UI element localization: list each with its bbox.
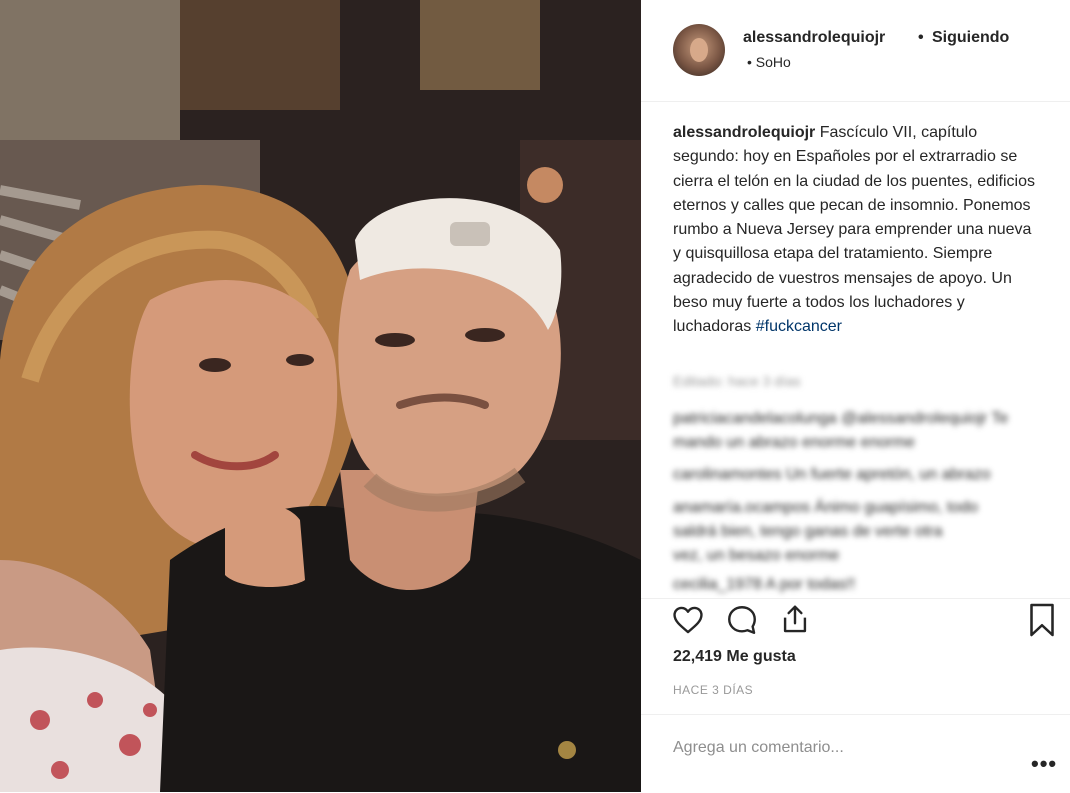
caption-username[interactable]: alessandrolequiojr [673, 124, 815, 141]
comment-line: mando un abrazo enorme enorme [673, 434, 915, 451]
caption-text-first: Fascículo VII, capítulo [815, 124, 978, 141]
following-button[interactable]: Siguiendo [932, 29, 1009, 47]
bookmark-icon[interactable] [1026, 602, 1058, 643]
post-timestamp[interactable]: HACE 3 DÍAS [673, 683, 753, 697]
hashtag-link[interactable]: #fuckcancer [756, 318, 842, 335]
comment-input[interactable] [671, 735, 995, 761]
location-label: SoHo [755, 54, 791, 70]
comment-bar: ••• [641, 714, 1070, 793]
heart-icon[interactable] [671, 603, 705, 642]
username-link[interactable]: alessandrolequiojr [743, 29, 885, 47]
edited-label: Editado: hace 3 días [673, 373, 801, 389]
caption-text: segundo: hoy en Españoles por el extrarr… [673, 148, 1035, 336]
comment-line: vez, un besazo enorme [673, 547, 840, 564]
post-photo[interactable] [0, 0, 641, 792]
comment-line: cecilia_1978 A por todas!! [673, 576, 856, 593]
comment-line: anamaría.ocampos Ánimo guapísimo, todo [673, 499, 979, 516]
post-caption: alessandrolequiojr Fascículo VII, capítu… [673, 121, 1043, 340]
location-link[interactable]: • SoHo [747, 54, 791, 70]
action-bar [641, 598, 1070, 645]
comment-line: patriciacandelacolunga @alessandrolequio… [673, 410, 1009, 427]
selfie-image [0, 0, 641, 792]
comment-line: carolinamontes Un fuerte apretón, un abr… [673, 466, 991, 483]
comment-line: saldrá bien, tengo ganas de verte otra [673, 523, 943, 540]
share-icon[interactable] [778, 602, 812, 641]
separator-dot: • [918, 29, 924, 46]
like-count[interactable]: 22,419 Me gusta [673, 648, 796, 666]
comment-bubble-icon[interactable] [725, 603, 759, 642]
post-detail-panel: alessandrolequiojr • Siguiendo • SoHo al… [641, 0, 1070, 792]
post-header: alessandrolequiojr • Siguiendo • SoHo [641, 0, 1070, 102]
more-options-icon[interactable]: ••• [1031, 751, 1057, 777]
avatar[interactable] [673, 24, 725, 76]
